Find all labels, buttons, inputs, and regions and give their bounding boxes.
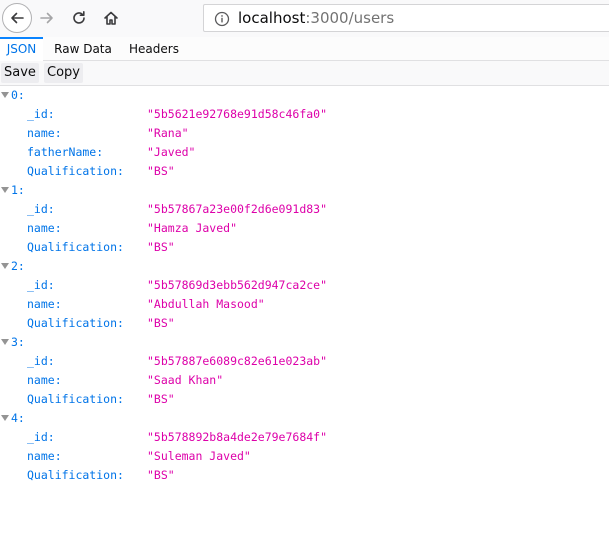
field-value: "Saad Khan" [147, 373, 224, 387]
tree-row-index[interactable]: 4: [0, 409, 609, 428]
field-value: "BS" [147, 164, 175, 178]
tree-row-field[interactable]: name: "Hamza Javed" [0, 219, 609, 238]
field-value: "BS" [147, 240, 175, 254]
field-value: "BS" [147, 316, 175, 330]
back-button[interactable] [2, 3, 32, 33]
tree-row-index[interactable]: 3: [0, 333, 609, 352]
field-key: name: [27, 449, 62, 463]
field-key: Qualification: [27, 392, 124, 406]
field-key: _id: [27, 278, 55, 292]
field-key: Qualification: [27, 316, 124, 330]
field-value: "5b5621e92768e91d58c46fa0" [147, 107, 328, 121]
tree-row-field[interactable]: Qualification: "BS" [0, 162, 609, 181]
tree-row-index[interactable]: 2: [0, 257, 609, 276]
field-value: "Javed" [147, 145, 196, 159]
tree-row-field[interactable]: Qualification: "BS" [0, 390, 609, 409]
expand-toggle-icon[interactable] [1, 187, 9, 193]
field-value: "BS" [147, 392, 175, 406]
expand-toggle-icon[interactable] [1, 263, 9, 269]
reload-icon [73, 11, 85, 24]
field-key: _id: [27, 107, 55, 121]
field-key: name: [27, 126, 62, 140]
save-button[interactable]: Save [1, 63, 39, 83]
field-key: _id: [27, 354, 55, 368]
tree-row-field[interactable]: name: "Suleman Javed" [0, 447, 609, 466]
json-toolbar: Save Copy [0, 61, 609, 86]
field-value: "Abdullah Masood" [147, 297, 265, 311]
json-tree: 0: _id: "5b5621e92768e91d58c46fa0" name: "Ra… [0, 86, 609, 485]
url-host: localhost [238, 9, 306, 27]
tab-raw-data[interactable]: Raw Data [50, 37, 116, 60]
arrow-right-icon [40, 12, 53, 24]
field-key: name: [27, 297, 62, 311]
tree-row-field[interactable]: _id: "5b578892b8a4de2e79e7684f" [0, 428, 609, 447]
expand-toggle-icon[interactable] [1, 339, 9, 345]
field-key: fatherName: [27, 145, 104, 159]
home-button[interactable] [97, 4, 125, 32]
field-key: name: [27, 373, 62, 387]
field-value: "Rana" [147, 126, 189, 140]
tree-row-field[interactable]: name: "Abdullah Masood" [0, 295, 609, 314]
url-path: :3000/users [305, 9, 395, 27]
field-key: Qualification: [27, 468, 124, 482]
field-key: _id: [27, 202, 55, 216]
tree-row-field[interactable]: name: "Saad Khan" [0, 371, 609, 390]
tab-json[interactable]: JSON [0, 37, 43, 61]
array-index-label: 3: [11, 335, 25, 349]
tree-row-field[interactable]: Qualification: "BS" [0, 238, 609, 257]
tree-row-field[interactable]: _id: "5b57869d3ebb562d947ca2ce" [0, 276, 609, 295]
tree-row-field[interactable]: fatherName: "Javed" [0, 143, 609, 162]
tree-row-field[interactable]: _id: "5b57887e6089c82e61e023ab" [0, 352, 609, 371]
tree-row-field[interactable]: _id: "5b57867a23e00f2d6e091d83" [0, 200, 609, 219]
tree-row-index[interactable]: 1: [0, 181, 609, 200]
reload-button[interactable] [65, 4, 93, 32]
field-value: "Hamza Javed" [147, 221, 238, 235]
field-value: "5b57887e6089c82e61e023ab" [147, 354, 328, 368]
arrow-left-icon [11, 12, 24, 24]
field-value: "5b57867a23e00f2d6e091d83" [147, 202, 328, 216]
array-index-label: 2: [11, 259, 25, 273]
forward-button[interactable] [33, 4, 61, 32]
array-index-label: 0: [11, 88, 25, 102]
field-value: "BS" [147, 468, 175, 482]
field-key: _id: [27, 430, 55, 444]
address-bar[interactable]: localhost:3000/users [203, 4, 609, 32]
field-value: "5b57869d3ebb562d947ca2ce" [147, 278, 328, 292]
field-value: "5b578892b8a4de2e79e7684f" [147, 430, 328, 444]
field-key: name: [27, 221, 62, 235]
url-text: localhost:3000/users [238, 9, 394, 27]
tree-row-index[interactable]: 0: [0, 86, 609, 105]
tree-row-field[interactable]: Qualification: "BS" [0, 314, 609, 333]
tab-headers[interactable]: Headers [124, 37, 184, 60]
field-value: "Suleman Javed" [147, 449, 251, 463]
array-index-label: 1: [11, 183, 25, 197]
copy-button[interactable]: Copy [44, 63, 83, 83]
tree-row-field[interactable]: name: "Rana" [0, 124, 609, 143]
expand-toggle-icon[interactable] [1, 415, 9, 421]
array-index-label: 4: [11, 411, 25, 425]
tree-row-field[interactable]: _id: "5b5621e92768e91d58c46fa0" [0, 105, 609, 124]
expand-toggle-icon[interactable] [1, 92, 9, 98]
browser-toolbar: localhost:3000/users [0, 0, 609, 37]
field-key: Qualification: [27, 240, 124, 254]
info-icon[interactable] [214, 11, 230, 27]
json-viewer-tabs: JSON Raw Data Headers [0, 37, 609, 61]
home-icon [104, 11, 118, 25]
field-key: Qualification: [27, 164, 124, 178]
tree-row-field[interactable]: Qualification: "BS" [0, 466, 609, 485]
